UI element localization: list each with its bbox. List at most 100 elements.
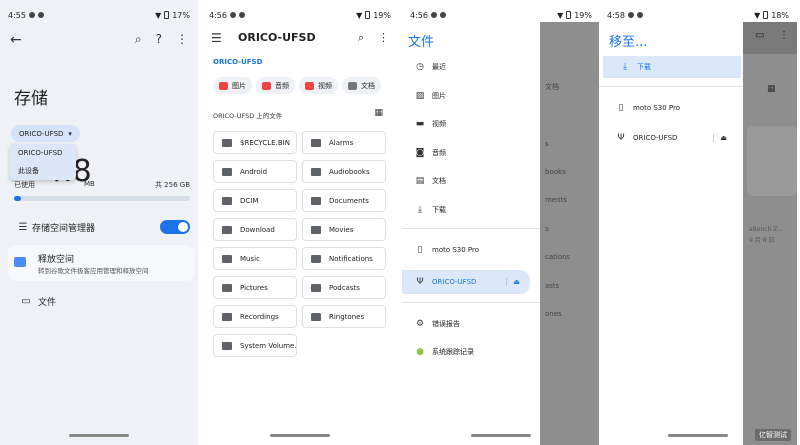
device-selector[interactable]: ORICO-UFSD ▾ xyxy=(11,125,80,142)
gesture-bar[interactable] xyxy=(270,434,330,437)
folder-name: Movies xyxy=(329,225,354,234)
folder-item[interactable]: Pictures xyxy=(213,276,297,299)
search-icon[interactable]: ⌕ xyxy=(358,31,364,45)
status-bar: 4:58 ▼ 18% xyxy=(607,8,789,22)
help-icon[interactable]: ? xyxy=(156,32,162,47)
battery-level: 18% xyxy=(771,10,789,20)
folder-item[interactable]: $RECYCLE.BIN xyxy=(213,131,297,154)
folder-icon xyxy=(222,167,232,176)
notification-icon xyxy=(37,12,44,18)
drawer-title: 移至... xyxy=(609,35,648,50)
chip-audio[interactable]: 音频 xyxy=(256,77,295,94)
drawer-item-videos[interactable]: ▬ 视频 xyxy=(408,114,536,134)
folder-item[interactable]: System Volume... xyxy=(213,334,297,357)
wifi-icon: ▼ xyxy=(754,10,761,20)
dropdown-item-this-device[interactable]: 此设备 xyxy=(10,162,76,180)
folder-item[interactable]: Alarms xyxy=(302,131,386,154)
phone-icon: ▯ xyxy=(618,103,624,113)
folder-item[interactable]: DCIM xyxy=(213,189,297,212)
folder-name: Download xyxy=(240,225,275,234)
folder-item[interactable]: Documents xyxy=(302,189,386,212)
drawer-item-downloads[interactable]: ⤓ 下载 xyxy=(408,200,536,220)
folder-item[interactable]: Download xyxy=(213,218,297,241)
battery-level: 19% xyxy=(574,10,592,20)
storage-manager-row[interactable]: ☰ 存储空间管理器 xyxy=(14,219,190,235)
eject-icon[interactable]: ⏏ xyxy=(713,134,727,142)
drawer-item-usb[interactable]: Ψ ORICO-UFSD ⏏ xyxy=(402,270,530,294)
status-time: 4:55 xyxy=(8,10,26,20)
dropdown-item-orico[interactable]: ORICO-UFSD xyxy=(10,144,76,162)
folder-item[interactable]: Android xyxy=(213,160,297,183)
storage-manager-label: 存储空间管理器 xyxy=(32,223,96,234)
gesture-bar[interactable] xyxy=(668,434,728,437)
chip-label: 图片 xyxy=(232,81,246,90)
chip-video[interactable]: 视频 xyxy=(299,77,338,94)
folder-name: Podcasts xyxy=(329,283,360,292)
back-arrow-icon[interactable]: ← xyxy=(10,32,22,48)
search-icon[interactable]: ⌕ xyxy=(135,32,142,47)
android-icon: ● xyxy=(416,347,424,357)
chip-documents[interactable]: 文档 xyxy=(342,77,381,94)
drawer-item-downloads[interactable]: ⤓ 下载 xyxy=(603,56,741,78)
drawer-item-label: 音频 xyxy=(432,149,446,157)
folder-item[interactable]: Podcasts xyxy=(302,276,386,299)
free-space-subtitle: 转到谷歌文件极客应用管理和释放空间 xyxy=(38,267,149,275)
chip-label: 音频 xyxy=(275,81,289,90)
download-icon: ⤓ xyxy=(418,205,422,215)
drawer-item-phone[interactable]: ▯ moto S30 Pro xyxy=(408,240,536,260)
drawer-item-audio[interactable]: ◙ 音频 xyxy=(408,143,536,163)
files-row[interactable]: ▭ 文件 xyxy=(14,295,56,308)
drawer-item-recent[interactable]: ◷ 最近 xyxy=(408,57,536,77)
folder-item[interactable]: Recordings xyxy=(213,305,297,328)
folder-item[interactable]: Audiobooks xyxy=(302,160,386,183)
breadcrumb[interactable]: ORICO-UFSD xyxy=(213,58,262,66)
folder-item[interactable]: Ringtones xyxy=(302,305,386,328)
grid-view-icon[interactable]: ▦ xyxy=(374,108,383,118)
drawer-item-phone[interactable]: ▯ moto S30 Pro xyxy=(609,98,737,118)
battery-icon xyxy=(763,11,769,19)
folder-item[interactable]: Notifications xyxy=(302,247,386,270)
obscured-text: 文档 xyxy=(545,83,559,91)
folder-name: Alarms xyxy=(329,138,354,147)
battery-level: 17% xyxy=(172,10,190,20)
image-icon: ▨ xyxy=(415,91,425,101)
drawer-item-bug-report[interactable]: ⚙ 错误报告 xyxy=(408,314,536,334)
folder-icon xyxy=(311,225,321,234)
free-space-card[interactable]: 释放空间 转到谷歌文件极客应用管理和释放空间 xyxy=(8,245,194,281)
used-label: 已使用 xyxy=(14,181,35,189)
new-folder-icon: ▭ xyxy=(755,30,765,41)
folder-icon xyxy=(311,196,321,205)
status-bar: 4:56 ▼ 19% xyxy=(410,8,592,22)
status-bar: 4:56 ▼ 19% xyxy=(209,8,391,22)
storage-manager-toggle[interactable] xyxy=(160,220,190,234)
chip-images[interactable]: 图片 xyxy=(213,77,252,94)
list-icon: ☰ xyxy=(18,221,28,233)
obscured-text: ones xyxy=(545,310,562,318)
more-vert-icon[interactable]: ⋮ xyxy=(176,32,188,47)
chip-label: 视频 xyxy=(318,81,332,90)
more-vert-icon[interactable]: ⋮ xyxy=(378,31,389,45)
drawer-item-images[interactable]: ▨ 图片 xyxy=(408,86,536,106)
battery-level: 19% xyxy=(373,10,391,20)
drawer-item-trace[interactable]: ● 系统跟踪记录 xyxy=(408,342,536,362)
drawer-item-usb[interactable]: Ψ ORICO-UFSD ⏏ xyxy=(609,128,737,148)
grid-view-icon: ▦ xyxy=(767,84,776,94)
battery-icon xyxy=(566,11,572,19)
folder-name: $RECYCLE.BIN xyxy=(240,138,290,147)
drawer-item-documents[interactable]: ▤ 文档 xyxy=(408,171,536,191)
gesture-bar[interactable] xyxy=(69,434,129,437)
folder-item[interactable]: Movies xyxy=(302,218,386,241)
menu-icon[interactable]: ☰ xyxy=(211,31,222,45)
gesture-bar[interactable] xyxy=(471,434,531,437)
drawer-item-label: 下载 xyxy=(432,206,446,214)
gear-icon: ⚙ xyxy=(415,319,425,329)
notification-icon xyxy=(627,12,634,18)
eject-icon[interactable]: ⏏ xyxy=(506,278,520,286)
folder-icon xyxy=(222,283,232,292)
obscured-text: 9 月 8 日 xyxy=(749,237,775,244)
download-icon: ⤓ xyxy=(623,62,627,72)
folder-name: Recordings xyxy=(240,312,279,321)
used-unit: MB xyxy=(84,180,95,188)
folder-name: Audiobooks xyxy=(329,167,370,176)
folder-item[interactable]: Music xyxy=(213,247,297,270)
